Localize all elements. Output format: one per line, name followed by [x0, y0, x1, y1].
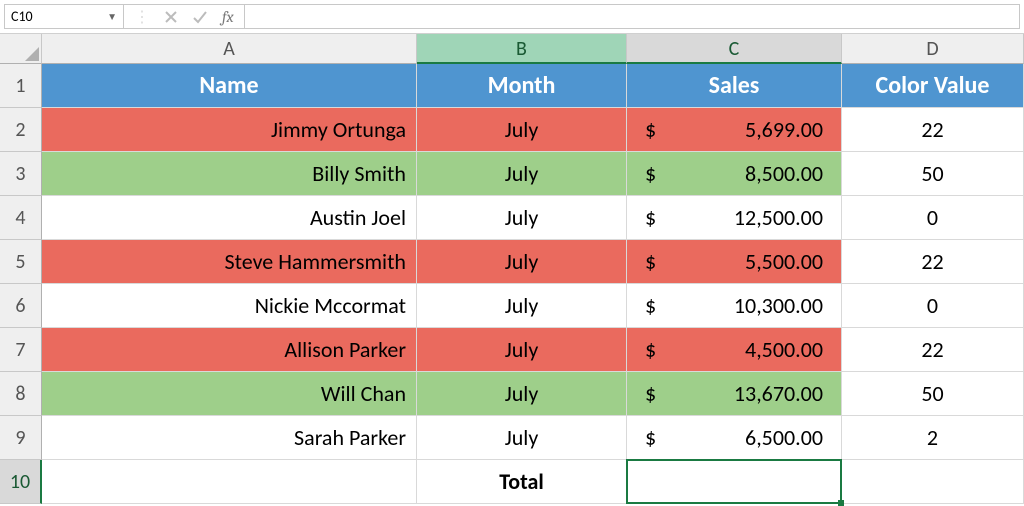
cell-sales[interactable]: $4,500.00 — [627, 328, 842, 372]
header-colorv[interactable]: Color Value — [842, 64, 1024, 108]
cell-month[interactable]: July — [417, 196, 627, 240]
cell-sales[interactable]: $6,500.00 — [627, 416, 842, 460]
header-name[interactable]: Name — [42, 64, 417, 108]
separator-icon: ⋮ — [134, 7, 150, 27]
formula-bar: C10 ▼ ⋮ fx — [0, 0, 1024, 34]
cell-colorv[interactable]: 50 — [842, 152, 1024, 196]
cell-total-sales[interactable] — [627, 460, 842, 504]
formula-input[interactable] — [245, 4, 1020, 29]
cell-sales[interactable]: $8,500.00 — [627, 152, 842, 196]
cell-sales[interactable]: $5,500.00 — [627, 240, 842, 284]
header-month[interactable]: Month — [417, 64, 627, 108]
cell-month[interactable]: July — [417, 240, 627, 284]
cell-name[interactable]: Jimmy Ortunga — [42, 108, 417, 152]
row-head[interactable]: 8 — [0, 372, 42, 416]
row-head[interactable]: 9 — [0, 416, 42, 460]
enter-icon[interactable] — [192, 10, 208, 24]
cell-empty[interactable] — [42, 460, 417, 504]
col-head-d[interactable]: D — [842, 34, 1024, 64]
cell-sales[interactable]: $12,500.00 — [627, 196, 842, 240]
cell-total-cv[interactable] — [842, 460, 1024, 504]
cell-month[interactable]: July — [417, 284, 627, 328]
cell-name[interactable]: Will Chan — [42, 372, 417, 416]
spreadsheet-grid[interactable]: A B C D 1 Name Month Sales Color Value 2… — [0, 34, 1024, 504]
cell-month[interactable]: July — [417, 108, 627, 152]
select-all-corner[interactable] — [0, 34, 42, 64]
col-head-c[interactable]: C — [627, 34, 842, 64]
header-sales[interactable]: Sales — [627, 64, 842, 108]
cell-sales[interactable]: $13,670.00 — [627, 372, 842, 416]
name-box[interactable]: C10 ▼ — [4, 4, 124, 29]
row-head[interactable]: 5 — [0, 240, 42, 284]
cell-month[interactable]: July — [417, 152, 627, 196]
cell-colorv[interactable]: 2 — [842, 416, 1024, 460]
row-head[interactable]: 7 — [0, 328, 42, 372]
cell-colorv[interactable]: 22 — [842, 240, 1024, 284]
cell-sales[interactable]: $10,300.00 — [627, 284, 842, 328]
row-head[interactable]: 6 — [0, 284, 42, 328]
cell-name[interactable]: Billy Smith — [42, 152, 417, 196]
cell-colorv[interactable]: 22 — [842, 328, 1024, 372]
row-head[interactable]: 4 — [0, 196, 42, 240]
cell-name[interactable]: Nickie Mccormat — [42, 284, 417, 328]
cell-month[interactable]: July — [417, 416, 627, 460]
name-box-value: C10 — [11, 8, 33, 25]
chevron-down-icon[interactable]: ▼ — [107, 10, 117, 23]
cell-month[interactable]: July — [417, 328, 627, 372]
cell-colorv[interactable]: 22 — [842, 108, 1024, 152]
fx-icon[interactable]: fx — [222, 8, 234, 26]
cell-month[interactable]: July — [417, 372, 627, 416]
row-head[interactable]: 10 — [0, 460, 42, 504]
cell-sales[interactable]: $5,699.00 — [627, 108, 842, 152]
cell-total-label[interactable]: Total — [417, 460, 627, 504]
row-head[interactable]: 2 — [0, 108, 42, 152]
row-head[interactable]: 1 — [0, 64, 42, 108]
cell-name[interactable]: Austin Joel — [42, 196, 417, 240]
cell-colorv[interactable]: 0 — [842, 284, 1024, 328]
cell-name[interactable]: Steve Hammersmith — [42, 240, 417, 284]
col-head-a[interactable]: A — [42, 34, 417, 64]
cell-name[interactable]: Sarah Parker — [42, 416, 417, 460]
cell-name[interactable]: Allison Parker — [42, 328, 417, 372]
row-head[interactable]: 3 — [0, 152, 42, 196]
cell-colorv[interactable]: 0 — [842, 196, 1024, 240]
col-head-b[interactable]: B — [417, 34, 627, 64]
cancel-icon[interactable] — [164, 10, 178, 24]
cell-colorv[interactable]: 50 — [842, 372, 1024, 416]
formula-tools: ⋮ fx — [124, 4, 245, 29]
